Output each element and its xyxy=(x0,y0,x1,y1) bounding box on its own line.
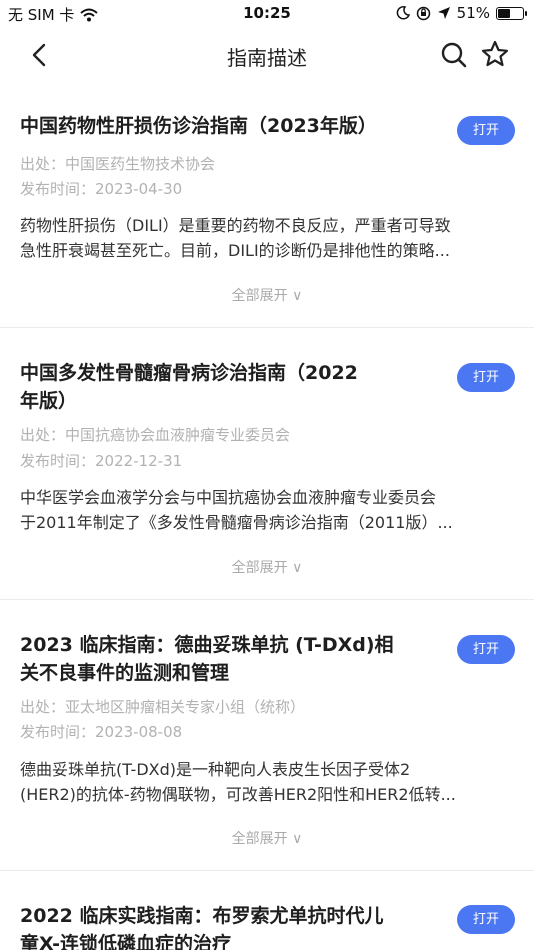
guide-title[interactable]: 中国多发性骨髓瘤骨病诊治指南（2022 年版） xyxy=(20,359,430,415)
guide-card[interactable]: 中国多发性骨髓瘤骨病诊治指南（2022 年版） 打开 出处：中国抗癌协会血液肿瘤… xyxy=(0,328,534,600)
status-right: 51% xyxy=(396,4,527,22)
summary-line: 德曲妥珠单抗(T-DXd)是一种靶向人表皮生长因子受体2 xyxy=(20,760,411,779)
guide-title[interactable]: 2023 临床指南：德曲妥珠单抗 (T-DXd)相 关不良事件的监测和管理 xyxy=(20,631,430,687)
battery-percent: 51% xyxy=(456,4,490,22)
guide-title-line: 2023 临床指南：德曲妥珠单抗 (T-DXd)相 xyxy=(20,634,394,656)
guide-card[interactable]: 2022 临床实践指南：布罗索尤单抗时代儿 童X-连锁低磷血症的治疗 打开 xyxy=(0,871,534,950)
guide-source: 出处：亚太地区肿瘤相关专家小组（统称） xyxy=(20,698,306,716)
nav-bar: 指南描述 xyxy=(0,28,534,82)
guide-publish-date: 发布时间：2023-08-08 xyxy=(20,723,183,741)
battery-icon xyxy=(496,6,527,20)
open-button[interactable]: 打开 xyxy=(457,116,515,145)
guide-source: 出处：中国抗癌协会血液肿瘤专业委员会 xyxy=(20,426,291,444)
location-icon xyxy=(437,7,450,19)
open-button[interactable]: 打开 xyxy=(457,363,515,392)
summary-line: 中华医学会血液学分会与中国抗癌协会血液肿瘤专业委员会 xyxy=(20,488,437,507)
orientation-lock-icon xyxy=(416,6,430,20)
guide-publish-date: 发布时间：2022-12-31 xyxy=(20,452,183,470)
summary-line: 急性肝衰竭甚至死亡。目前，DILI的诊断仍是排他性的策略... xyxy=(20,241,450,260)
star-icon[interactable] xyxy=(480,39,510,69)
guide-title[interactable]: 中国药物性肝损伤诊治指南（2023年版） xyxy=(20,112,430,140)
guide-card[interactable]: 2023 临床指南：德曲妥珠单抗 (T-DXd)相 关不良事件的监测和管理 打开… xyxy=(0,600,534,871)
guide-summary: 中华医学会血液学分会与中国抗癌协会血液肿瘤专业委员会 于2011年制定了《多发性… xyxy=(20,485,516,535)
expand-all-button[interactable]: 全部展开 ∨ xyxy=(0,285,534,305)
moon-icon xyxy=(396,6,410,20)
battery-level xyxy=(498,8,511,18)
guide-publish-date: 发布时间：2023-04-30 xyxy=(20,180,183,198)
guide-summary: 德曲妥珠单抗(T-DXd)是一种靶向人表皮生长因子受体2 (HER2)的抗体-药… xyxy=(20,757,516,807)
expand-all-button[interactable]: 全部展开 ∨ xyxy=(0,828,534,848)
status-bar: 无 SIM 卡 10:25 51% xyxy=(0,0,534,28)
guide-title[interactable]: 2022 临床实践指南：布罗索尤单抗时代儿 童X-连锁低磷血症的治疗 xyxy=(20,902,430,950)
guide-summary: 药物性肝损伤（DILI）是重要的药物不良反应，严重者可导致 急性肝衰竭甚至死亡。… xyxy=(20,213,516,263)
guide-title-line: 中国药物性肝损伤诊治指南（2023年版） xyxy=(20,115,377,137)
expand-all-button[interactable]: 全部展开 ∨ xyxy=(0,557,534,577)
guide-title-line: 童X-连锁低磷血症的治疗 xyxy=(20,933,231,950)
summary-line: 药物性肝损伤（DILI）是重要的药物不良反应，严重者可导致 xyxy=(20,216,451,235)
search-icon[interactable] xyxy=(440,40,468,70)
open-button[interactable]: 打开 xyxy=(457,905,515,934)
guide-card[interactable]: 中国药物性肝损伤诊治指南（2023年版） 打开 出处：中国医药生物技术协会 发布… xyxy=(0,82,534,328)
summary-line: 于2011年制定了《多发性骨髓瘤骨病诊治指南（2011版）... xyxy=(20,513,453,532)
guide-title-line: 2022 临床实践指南：布罗索尤单抗时代儿 xyxy=(20,905,384,927)
open-button[interactable]: 打开 xyxy=(457,635,515,664)
guide-source: 出处：中国医药生物技术协会 xyxy=(20,155,216,173)
summary-line: (HER2)的抗体-药物偶联物，可改善HER2阳性和HER2低转... xyxy=(20,785,456,804)
guide-title-line: 年版） xyxy=(20,390,78,412)
guide-title-line: 中国多发性骨髓瘤骨病诊治指南（2022 xyxy=(20,362,358,384)
guide-title-line: 关不良事件的监测和管理 xyxy=(20,662,230,684)
